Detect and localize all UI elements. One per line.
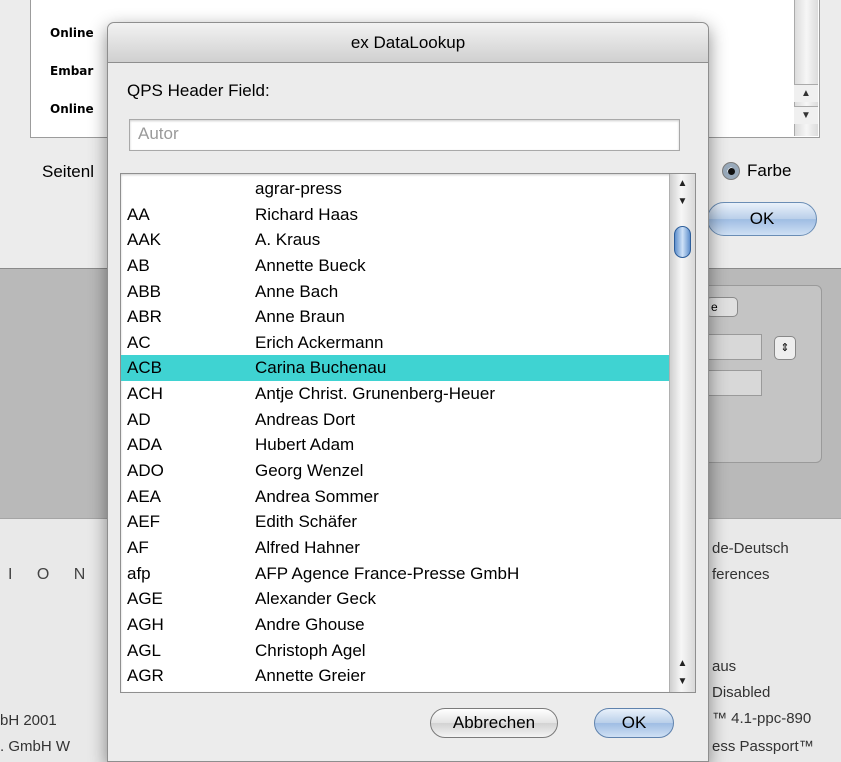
list-item-code: AGR [127, 666, 164, 686]
background-text: ™ 4.1-ppc-890 [712, 710, 812, 727]
list-item-name: Anne Bach [255, 281, 339, 301]
list-item-name: Andreas Dort [255, 409, 356, 429]
list-item[interactable]: AGR Annette Greier [121, 663, 669, 689]
list-item[interactable]: afp AFP Agence France-Presse GmbH [121, 561, 669, 587]
list-item[interactable]: AF Alfred Hahner [121, 535, 669, 561]
list-item-name: Hubert Adam [255, 435, 355, 455]
background-gray-button[interactable]: e [706, 297, 738, 317]
list-item-code: AAK [127, 230, 162, 250]
background-text: ferences [712, 566, 770, 583]
background-seiten-label: Seitenl [42, 162, 94, 181]
background-field[interactable] [706, 334, 762, 360]
list-item-name: AFP Agence France-Presse GmbH [255, 563, 520, 583]
radio-selected-icon[interactable] [722, 162, 740, 180]
background-ok-button[interactable]: OK [707, 202, 817, 236]
list-item-code: AEA [127, 486, 162, 506]
list-item-code: AF [127, 537, 149, 557]
list-item-code: AGE [127, 589, 163, 609]
list-item[interactable]: ABB Anne Bach [121, 279, 669, 305]
farbe-radio-label[interactable]: Farbe [747, 161, 791, 181]
list-item[interactable]: AAK A. Kraus [121, 227, 669, 253]
list-item-name: Carina Buchenau [255, 358, 387, 378]
list-item-name: A. Kraus [255, 230, 321, 250]
list-item-name: agrar-press [255, 179, 342, 198]
list-item-name: Annette Greier [255, 666, 366, 686]
list-item-code: ADA [127, 435, 162, 455]
scroll-up-arrow-icon[interactable]: ▲ [670, 656, 695, 672]
background-text: aus [712, 658, 737, 675]
list-item-selected[interactable]: ACB Carina Buchenau [121, 355, 669, 382]
list-item[interactable]: ADO Georg Wenzel [121, 458, 669, 484]
stepper-icon[interactable]: ⇕ [774, 336, 796, 360]
list-item-code: AEF [127, 512, 161, 532]
list-item-code: AA [127, 204, 150, 224]
list-item[interactable]: AC Erich Ackermann [121, 330, 669, 356]
scroll-up-arrow-icon[interactable]: ▲ [670, 176, 695, 192]
list-item[interactable]: agrar-press [121, 176, 669, 202]
background-list-item: Online [50, 26, 94, 40]
background-list-item: Online [50, 102, 94, 116]
list-item-code: ADO [127, 461, 164, 481]
background-text: de-Deutsch [712, 540, 789, 557]
list-scrollbar[interactable]: ▲ ▼ ▲ ▼ [669, 174, 695, 692]
list-item-code: ACH [127, 384, 163, 404]
scroll-down-arrow-icon[interactable]: ▼ [670, 674, 695, 690]
list-item-code: ACB [127, 358, 162, 378]
list-item[interactable]: AEF Edith Schäfer [121, 509, 669, 535]
list-item[interactable]: AA Richard Haas [121, 202, 669, 228]
list-item-name: Christoph Agel [255, 640, 366, 660]
list-item[interactable]: AB Annette Bueck [121, 253, 669, 279]
header-field-input[interactable]: Autor [129, 119, 680, 151]
list-item[interactable]: AGE Alexander Geck [121, 586, 669, 612]
list-item[interactable]: AD Andreas Dort [121, 407, 669, 433]
lookup-list[interactable]: agrar-press AA Richard Haas AAK A. Kraus AB An… [120, 173, 696, 693]
list-item[interactable]: AGL Christoph Agel [121, 638, 669, 664]
list-item-name: Georg Wenzel [255, 461, 364, 481]
list-item[interactable]: ACH Antje Christ. Grunenberg-Heuer [121, 381, 669, 407]
list-item-name: Richard Haas [255, 204, 358, 224]
cancel-button[interactable]: Abbrechen [430, 708, 558, 738]
scroll-down-arrow-icon[interactable]: ▼ [794, 106, 818, 124]
list-item[interactable]: ADA Hubert Adam [121, 432, 669, 458]
list-item[interactable]: AEA Andrea Sommer [121, 484, 669, 510]
list-item-name: Edith Schäfer [255, 512, 358, 532]
ok-button[interactable]: OK [594, 708, 674, 738]
list-item-code: ABR [127, 307, 162, 327]
background-text: bH 2001 [0, 712, 57, 729]
list-item-code: AC [127, 332, 151, 352]
background-list-item: Embar [50, 64, 94, 78]
list-item-code: AB [127, 255, 150, 275]
background-field[interactable] [706, 370, 762, 396]
list-item-code: AGL [127, 640, 162, 660]
list-item[interactable]: ABR Anne Braun [121, 304, 669, 330]
list-item[interactable]: AGH Andre Ghouse [121, 612, 669, 638]
list-item-code: afp [127, 563, 151, 583]
background-text: ess Passport™ [712, 738, 814, 755]
list-item-name: Anne Braun [255, 307, 345, 327]
scroll-up-arrow-icon[interactable]: ▲ [794, 84, 818, 102]
list-item-code: AD [127, 409, 151, 429]
list-item-code: ABB [127, 281, 162, 301]
list-item-name: Antje Christ. Grunenberg-Heuer [255, 384, 496, 404]
list-item-name: Annette Bueck [255, 255, 366, 275]
dialog-title: ex DataLookup [108, 23, 708, 63]
list-item-name: Alfred Hahner [255, 537, 360, 557]
lookup-rows: agrar-press AA Richard Haas AAK A. Kraus AB An… [121, 176, 669, 689]
list-item-name: Erich Ackermann [255, 332, 384, 352]
list-item-name: Andre Ghouse [255, 614, 365, 634]
header-field-label: QPS Header Field: [127, 81, 270, 100]
scroll-down-arrow-icon[interactable]: ▼ [670, 194, 695, 210]
data-lookup-dialog: ex DataLookup QPS Header Field: Autor ag… [107, 22, 709, 762]
list-item-name: Andrea Sommer [255, 486, 379, 506]
list-item-name: Alexander Geck [255, 589, 376, 609]
background-text: Disabled [712, 684, 771, 701]
scroll-thumb[interactable] [674, 226, 691, 258]
background-text: . GmbH W [0, 738, 70, 755]
list-item-code: AGH [127, 614, 164, 634]
